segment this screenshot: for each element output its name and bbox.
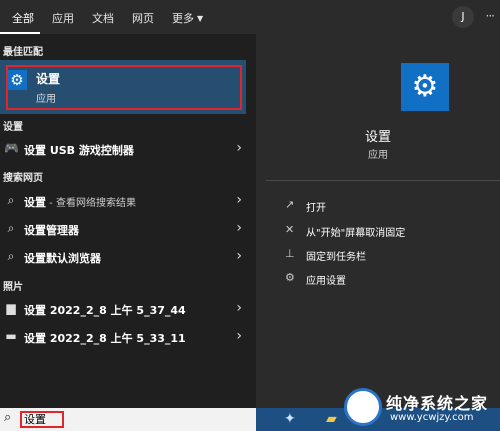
section-best-match: 最佳匹配 [3,47,43,58]
list-item-label: 设置管理器 [24,224,79,237]
section-photos: 照片 [3,282,23,293]
gear-icon: ⚙ [285,271,295,284]
gamepad-icon: 🎮 [4,141,19,155]
tab-apps[interactable]: 应用 [52,10,74,26]
list-item[interactable]: ⌕ 设置默认浏览器 › [0,244,256,270]
folder-icon[interactable]: ▰ [326,411,337,427]
chevron-right-icon[interactable]: › [236,300,242,316]
search-scope-bar: 全部 应用 文档 网页 更多 ▼ J ··· [0,0,500,34]
list-item[interactable]: ▬ 设置 2022_2_8 上午 5_33_11 › [0,324,256,350]
tab-documents[interactable]: 文档 [92,10,114,26]
tab-web[interactable]: 网页 [132,10,154,26]
tab-all[interactable]: 全部 [12,10,34,26]
chevron-right-icon[interactable]: › [236,192,242,208]
open-icon: ↗ [285,198,295,211]
chevron-right-icon[interactable]: › [236,328,242,344]
chevron-right-icon[interactable]: › [236,220,242,236]
action-unpin-start[interactable]: 从"开始"屏幕取消固定 [306,224,405,239]
section-web: 搜索网页 [3,173,43,184]
divider [266,180,500,181]
results-pane: 最佳匹配 ⚙ 设置 应用 设置 🎮 设置 USB 游戏控制器 › 搜索网页 ⌕ … [0,34,256,408]
search-icon: ⌕ [7,193,15,207]
search-icon: ⌕ [7,221,15,235]
result-subtitle: - 查看网络搜索结果 [46,198,136,209]
preview-title: 设置 [364,130,391,145]
list-item[interactable]: ⌕ 设置管理器 › [0,216,256,242]
chevron-down-icon: ▼ [197,14,204,23]
app-icon[interactable]: ✦ [284,411,296,427]
image-icon: ▆ [6,301,16,315]
search-input[interactable]: 设置 [20,411,64,428]
list-item-label: 设置 USB 游戏控制器 [24,144,134,157]
preview-subtitle: 应用 [368,150,388,161]
watermark-logo [344,388,382,426]
chevron-right-icon[interactable]: › [236,140,242,156]
action-open[interactable]: 打开 [306,199,326,214]
gear-icon: ⚙ [7,70,27,90]
section-settings: 设置 [3,122,23,133]
list-item[interactable]: 🎮 设置 USB 游戏控制器 › [0,136,256,162]
tab-more[interactable]: 更多 ▼ [172,10,203,26]
search-icon: ⌕ [7,249,15,263]
list-item[interactable]: ⌕ 设置 - 查看网络搜索结果 › [0,188,256,214]
gear-icon: ⚙ [401,63,449,111]
list-item[interactable]: ▆ 设置 2022_2_8 上午 5_37_44 › [0,296,256,322]
avatar[interactable]: J [452,6,474,28]
chevron-right-icon[interactable]: › [236,248,242,264]
watermark-url: www.ycwjzy.com [390,412,474,423]
action-pin-taskbar[interactable]: 固定到任务栏 [306,248,366,263]
more-options-icon[interactable]: ··· [486,9,496,23]
result-title: 设置 [24,196,46,209]
best-match-subtitle: 应用 [36,94,56,105]
list-item-label: 设置 - 查看网络搜索结果 [24,194,136,210]
image-icon: ▬ [5,329,17,343]
list-item-label: 设置 2022_2_8 上午 5_37_44 [24,304,186,317]
search-icon: ⌕ [4,410,12,425]
watermark-title: 纯净系统之家 [386,394,489,413]
preview-pane: 设置 应用 ↗ 打开 ✕ 从"开始"屏幕取消固定 ⊥ 固定到任务栏 ⚙ 应用设置 [256,34,500,408]
watermark: 纯净系统之家 www.ycwjzy.com [344,388,496,428]
list-item-label: 设置默认浏览器 [24,252,101,265]
unpin-icon: ✕ [285,223,295,236]
best-match-title: 设置 [36,72,61,86]
tab-more-label: 更多 [172,12,194,25]
list-item-label: 设置 2022_2_8 上午 5_33_11 [24,332,186,345]
pin-icon: ⊥ [285,247,295,260]
search-bar: ⌕ 设置 [0,408,256,431]
action-app-settings[interactable]: 应用设置 [306,272,346,287]
